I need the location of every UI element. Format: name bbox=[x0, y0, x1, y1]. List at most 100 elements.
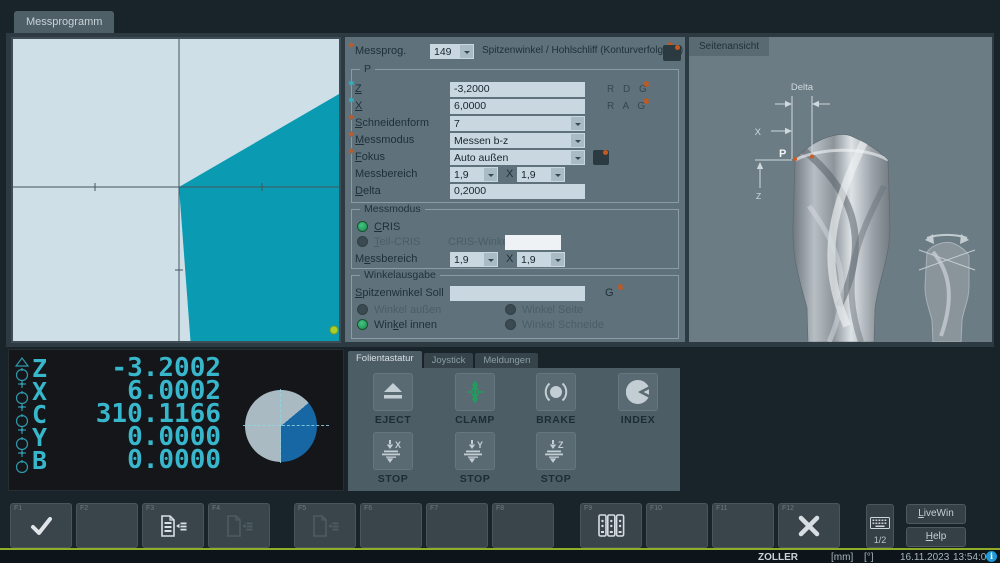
dropdown-arrow-icon[interactable] bbox=[460, 45, 473, 58]
help-button[interactable]: Help bbox=[906, 527, 966, 547]
fkey-label: F3 bbox=[146, 505, 154, 512]
messbereich-value-1: 1,9 bbox=[450, 169, 484, 181]
side-view-graphic: Delta X P Z bbox=[689, 56, 992, 342]
tab-messprogramm[interactable]: Messprogramm bbox=[14, 11, 114, 33]
required-marker: ✱ bbox=[348, 131, 355, 139]
fkey-label: F11 bbox=[716, 505, 728, 512]
fkey-f7[interactable]: F7 bbox=[426, 503, 488, 548]
stop-axis-icon: X bbox=[380, 438, 406, 464]
fkey-f11[interactable]: F11 bbox=[712, 503, 774, 548]
group-winkelausgabe-title: Winkelausgabe bbox=[360, 269, 440, 281]
fkey-f1-confirm[interactable]: F1 bbox=[10, 503, 72, 548]
axis-value: 0.0000 bbox=[61, 445, 221, 475]
fkey-f3-program-list[interactable]: F3 bbox=[142, 503, 204, 548]
doc-list-icon bbox=[224, 513, 254, 539]
fkey-f4-disabled[interactable]: F4 bbox=[208, 503, 270, 548]
winkel-aussen-row[interactable]: Winkel außen bbox=[357, 303, 441, 316]
required-marker: ✱ bbox=[348, 42, 355, 50]
fkey-f12-cancel[interactable]: F12 bbox=[778, 503, 840, 548]
messbereich-select-2[interactable]: 1,9 bbox=[517, 167, 565, 182]
delta-annotation: Delta bbox=[791, 82, 814, 93]
flag-button[interactable] bbox=[663, 45, 681, 61]
cris-winkel-input[interactable] bbox=[505, 235, 561, 250]
winkel-schneide-row[interactable]: Winkel Schneide bbox=[505, 318, 604, 331]
cris-radio-row[interactable]: CRIS bbox=[357, 220, 400, 233]
messbereich2-select-1[interactable]: 1,9 bbox=[450, 252, 498, 267]
radio-cris[interactable] bbox=[357, 221, 368, 232]
brake-button[interactable] bbox=[536, 373, 576, 411]
measure-point-icon bbox=[793, 157, 797, 161]
radio-winkel-schneide[interactable] bbox=[505, 319, 516, 330]
schneidenform-row: ✱ Schneidenform 7 bbox=[345, 116, 685, 132]
fkey-f5-disabled[interactable]: F5 bbox=[294, 503, 356, 548]
messmodus-select[interactable]: Messen b-z bbox=[450, 133, 585, 148]
livewin-button[interactable]: LiveWin bbox=[906, 504, 966, 524]
date-label: 16.11.2023 bbox=[900, 552, 949, 563]
clamp-button[interactable] bbox=[455, 373, 495, 411]
fokus-row: ✱ Fokus Auto außen bbox=[345, 150, 685, 166]
stop-axis-letter: Y bbox=[477, 440, 483, 450]
side-view-tab[interactable]: Seitenansicht bbox=[689, 37, 769, 56]
z-label: Z bbox=[355, 83, 362, 95]
required-marker: ✱ bbox=[643, 81, 650, 89]
stop-axis-letter: Z bbox=[558, 440, 564, 450]
axis-letter: B bbox=[32, 446, 47, 475]
messbereich-row: Messbereich 1,9 X 1,9 bbox=[345, 167, 685, 183]
fkey-f2[interactable]: F2 bbox=[76, 503, 138, 548]
z-row: ✱ Z -3,2000 R D G ✱ bbox=[345, 82, 685, 98]
fkey-f9-archive[interactable]: F9 bbox=[580, 503, 642, 548]
softkey-page-button[interactable]: 1/2 bbox=[866, 504, 894, 548]
radio-winkel-seite[interactable] bbox=[505, 304, 516, 315]
index-button[interactable] bbox=[618, 373, 658, 411]
dro-row-b: B 0.0000 bbox=[9, 449, 239, 473]
eject-button[interactable] bbox=[373, 373, 413, 411]
stop-y-button[interactable]: Y bbox=[455, 432, 495, 470]
keyboard-icon bbox=[870, 517, 890, 529]
tab-folientastatur[interactable]: Folientastatur bbox=[348, 351, 422, 368]
fokus-select[interactable]: Auto außen bbox=[450, 150, 585, 165]
fkey-f8[interactable]: F8 bbox=[492, 503, 554, 548]
stop-y-label: STOP bbox=[437, 473, 513, 485]
pie-crosshair-vertical bbox=[280, 389, 281, 463]
profile-graphic bbox=[13, 39, 339, 341]
fkey-label: F7 bbox=[430, 505, 438, 512]
dropdown-arrow-icon[interactable] bbox=[484, 253, 497, 266]
fkey-label: F9 bbox=[584, 505, 592, 512]
winkel-innen-row[interactable]: Winkel innen bbox=[357, 318, 437, 331]
dropdown-arrow-icon[interactable] bbox=[551, 253, 564, 266]
measure-point-icon bbox=[810, 155, 814, 159]
required-marker: ✱ bbox=[348, 148, 355, 156]
keypad-tabs: Folientastatur Joystick Meldungen bbox=[348, 351, 538, 368]
winkel-aussen-label: Winkel außen bbox=[374, 304, 441, 316]
z-input[interactable]: -3,2000 bbox=[450, 82, 585, 97]
winkel-seite-row[interactable]: Winkel Seite bbox=[505, 303, 583, 316]
messbereich-select-1[interactable]: 1,9 bbox=[450, 167, 498, 182]
x-input[interactable]: 6,0000 bbox=[450, 99, 585, 114]
group-p-title: P bbox=[360, 63, 375, 75]
dropdown-arrow-icon[interactable] bbox=[551, 168, 564, 181]
cris-label: CRIS bbox=[374, 221, 400, 233]
tab-meldungen[interactable]: Meldungen bbox=[475, 353, 538, 368]
fkey-f10[interactable]: F10 bbox=[646, 503, 708, 548]
camera-profile-view[interactable] bbox=[11, 37, 341, 343]
dropdown-arrow-icon[interactable] bbox=[484, 168, 497, 181]
delta-input[interactable]: 0,2000 bbox=[450, 184, 585, 199]
flag-button[interactable] bbox=[593, 150, 609, 165]
winkel-seite-label: Winkel Seite bbox=[522, 304, 583, 316]
radio-winkel-aussen[interactable] bbox=[357, 304, 368, 315]
messprog-select[interactable]: 149 bbox=[430, 44, 474, 59]
spitzenwinkel-input[interactable] bbox=[450, 286, 585, 301]
tab-joystick[interactable]: Joystick bbox=[424, 353, 474, 368]
info-icon[interactable] bbox=[986, 551, 997, 562]
stop-z-button[interactable]: Z bbox=[536, 432, 576, 470]
schneidenform-select[interactable]: 7 bbox=[450, 116, 585, 131]
g-flag: G bbox=[605, 287, 614, 299]
check-icon bbox=[28, 513, 54, 539]
radio-winkel-innen[interactable] bbox=[357, 319, 368, 330]
dropdown-arrow-icon[interactable] bbox=[571, 151, 584, 164]
messbereich2-select-2[interactable]: 1,9 bbox=[517, 252, 565, 267]
dropdown-arrow-icon[interactable] bbox=[571, 134, 584, 147]
fkey-f6[interactable]: F6 bbox=[360, 503, 422, 548]
stop-x-button[interactable]: X bbox=[373, 432, 413, 470]
dropdown-arrow-icon[interactable] bbox=[571, 117, 584, 130]
